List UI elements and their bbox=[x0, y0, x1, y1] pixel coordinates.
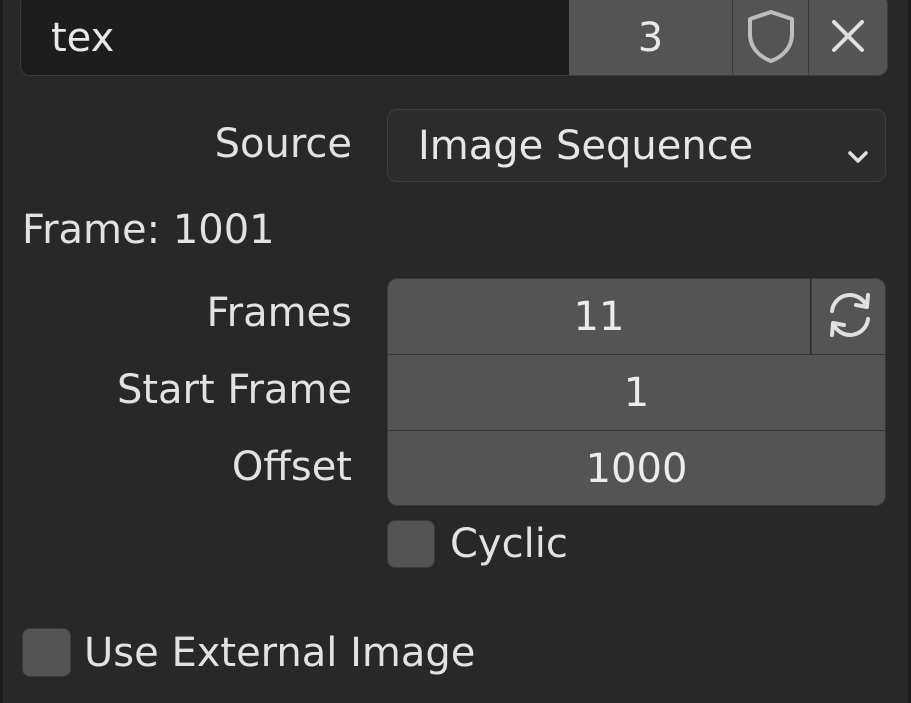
start-frame-label: Start Frame bbox=[116, 367, 352, 413]
offset-field[interactable]: 1000 bbox=[388, 431, 885, 505]
image-properties-panel: tex 3 Source Image Sequence Frame: 1001 … bbox=[0, 0, 911, 703]
datablock-selector: tex 3 bbox=[20, 0, 888, 76]
cyclic-checkbox[interactable] bbox=[387, 520, 435, 568]
shield-icon bbox=[745, 8, 797, 68]
current-frame-info: Frame: 1001 bbox=[22, 207, 275, 253]
panel-border-left bbox=[0, 0, 3, 703]
refresh-icon bbox=[822, 287, 878, 347]
datablock-name-field[interactable]: tex bbox=[21, 0, 569, 75]
frames-field[interactable]: 11 bbox=[388, 279, 810, 354]
refresh-frames-button[interactable] bbox=[811, 279, 885, 354]
source-label: Source bbox=[214, 121, 352, 167]
frames-label: Frames bbox=[206, 290, 352, 336]
start-frame-field[interactable]: 1 bbox=[388, 355, 885, 430]
source-dropdown[interactable]: Image Sequence bbox=[387, 109, 886, 182]
user-count-button[interactable]: 3 bbox=[569, 0, 733, 75]
chevron-down-icon bbox=[845, 134, 871, 180]
source-value: Image Sequence bbox=[418, 122, 754, 169]
use-external-image-label[interactable]: Use External Image bbox=[84, 630, 475, 676]
unlink-button[interactable] bbox=[809, 0, 887, 75]
cyclic-label[interactable]: Cyclic bbox=[450, 521, 568, 567]
close-icon bbox=[828, 16, 868, 60]
use-external-image-checkbox[interactable] bbox=[22, 628, 71, 677]
sequence-fields: 11 1 1000 bbox=[387, 278, 886, 506]
fake-user-button[interactable] bbox=[733, 0, 809, 75]
offset-label: Offset bbox=[231, 444, 352, 490]
